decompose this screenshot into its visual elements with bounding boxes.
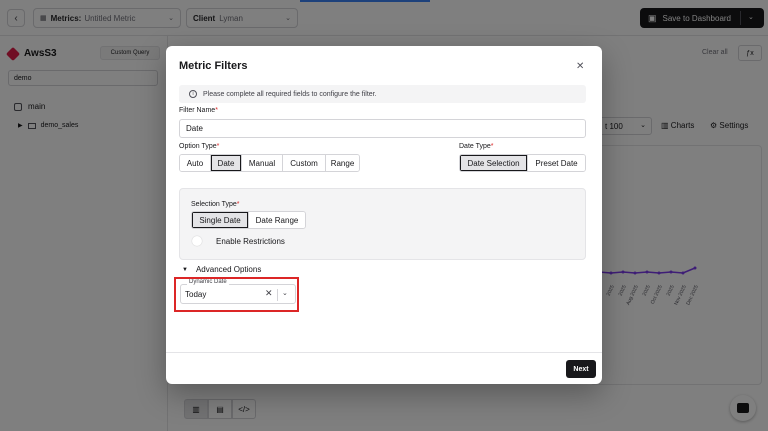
- selection-type-segmented: Single Date Date Range: [191, 211, 306, 229]
- modal-footer-divider: [166, 352, 602, 353]
- highlight-annotation: [174, 277, 299, 312]
- single-date-option[interactable]: Single Date: [192, 212, 249, 228]
- modal-title: Metric Filters: [179, 60, 248, 72]
- enable-restrictions-row: Enable Restrictions: [192, 236, 285, 246]
- preset-date-option[interactable]: Preset Date: [528, 155, 585, 171]
- option-type-segmented: Auto Date Manual Custom Range: [179, 154, 360, 172]
- enable-restrictions-toggle[interactable]: [192, 236, 206, 246]
- info-icon: i: [189, 90, 197, 98]
- selection-type-label: Selection Type*: [191, 201, 240, 208]
- date-range-option[interactable]: Date Range: [249, 212, 305, 228]
- filter-name-input[interactable]: Date: [179, 119, 586, 138]
- date-type-segmented: Date Selection Preset Date: [459, 154, 586, 172]
- enable-restrictions-label: Enable Restrictions: [216, 236, 285, 246]
- metric-filters-modal: Metric Filters ✕ i Please complete all r…: [166, 46, 602, 384]
- info-text: Please complete all required fields to c…: [203, 90, 377, 98]
- advanced-options-toggle[interactable]: ▼ Advanced Options: [182, 265, 261, 274]
- date-selection-option[interactable]: Date Selection: [460, 155, 528, 171]
- option-date[interactable]: Date: [211, 155, 242, 171]
- info-banner: i Please complete all required fields to…: [179, 85, 586, 103]
- option-auto[interactable]: Auto: [180, 155, 211, 171]
- date-type-label: Date Type*: [459, 143, 494, 150]
- close-icon[interactable]: ✕: [576, 61, 584, 72]
- toggle-knob: [192, 236, 202, 246]
- caret-down-icon: ▼: [182, 266, 188, 273]
- filter-name-label: Filter Name*: [179, 107, 218, 114]
- advanced-options-label: Advanced Options: [195, 265, 262, 274]
- option-custom[interactable]: Custom: [283, 155, 326, 171]
- next-button[interactable]: Next: [566, 360, 596, 378]
- option-manual[interactable]: Manual: [242, 155, 283, 171]
- option-type-label: Option Type*: [179, 143, 220, 150]
- option-range[interactable]: Range: [326, 155, 359, 171]
